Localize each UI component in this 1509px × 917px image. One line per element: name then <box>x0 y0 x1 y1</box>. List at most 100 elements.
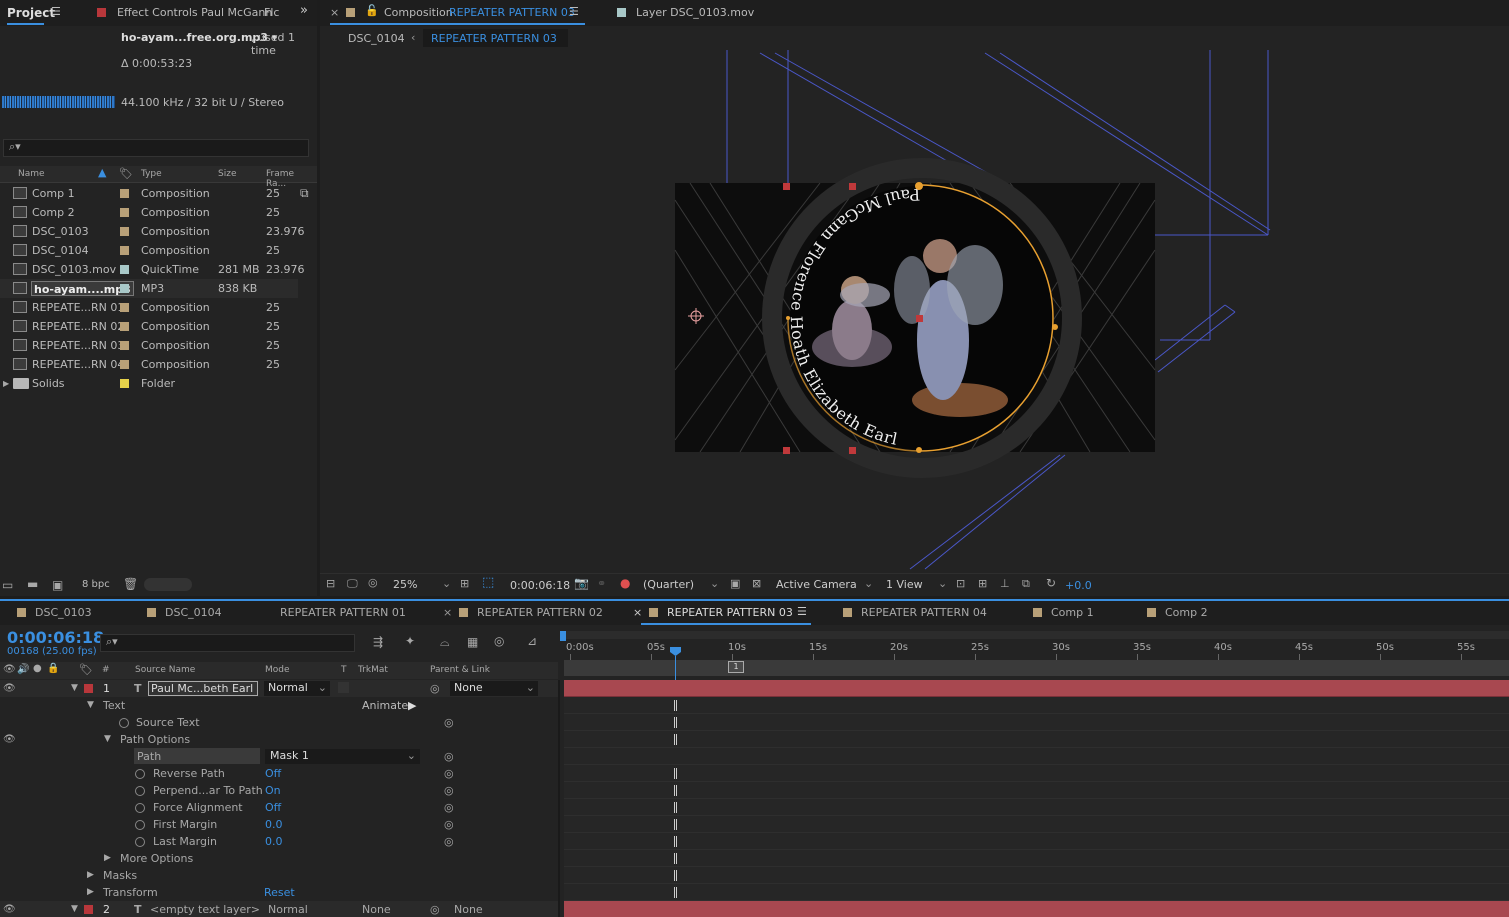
flowchart-icon[interactable]: ⧉ <box>1022 577 1030 591</box>
pixel-aspect-icon[interactable]: ⊡ <box>956 577 965 590</box>
panel-menu-icon[interactable]: ☰ <box>569 5 579 18</box>
property-row[interactable]: Reverse Path Off ◎ <box>0 765 558 782</box>
project-item-row[interactable]: DSC_0103.mov QuickTime 281 MB 23.976 <box>0 260 305 279</box>
project-item-row[interactable]: REPEATE...RN 01 Composition 25 <box>0 298 298 317</box>
project-item-row[interactable]: REPEATE...RN 02 Composition 25 <box>0 317 298 336</box>
chevron-down-icon[interactable]: ▼ <box>71 680 78 697</box>
project-item-row[interactable]: DSC_0104 Composition 25 <box>0 241 298 260</box>
label-color-swatch[interactable] <box>120 246 129 255</box>
transform-reset-link[interactable]: Reset <box>264 884 295 901</box>
fast-preview-icon[interactable]: ⊞ <box>978 577 987 590</box>
layer-duration-bar[interactable] <box>564 680 1509 697</box>
interpret-footage-icon[interactable]: ▭ <box>2 578 13 592</box>
more-tabs-icon[interactable]: » <box>300 3 308 18</box>
label-color-swatch[interactable] <box>120 341 129 350</box>
video-switch-icon[interactable]: 👁 <box>3 664 16 675</box>
grid-options-icon[interactable]: ⊞ <box>460 577 469 590</box>
path-mask-select[interactable]: Mask 1 ⌄ <box>265 749 420 764</box>
property-row[interactable]: First Margin 0.0 ◎ <box>0 816 558 833</box>
current-time-display[interactable]: 0:00:06:18 <box>7 628 104 647</box>
column-size[interactable]: Size <box>218 169 236 179</box>
label-color-swatch[interactable] <box>120 189 129 198</box>
work-area-start[interactable] <box>560 631 566 641</box>
project-search-input[interactable]: ⌕▾ <box>3 139 309 157</box>
region-of-interest-icon[interactable]: ▣ <box>730 577 740 590</box>
chevron-down-icon[interactable]: ▼ <box>104 731 111 748</box>
lock-icon[interactable]: 🔒 <box>47 663 59 674</box>
stopwatch-icon[interactable] <box>135 782 145 799</box>
expression-pick-whip-icon[interactable]: ◎ <box>444 816 454 833</box>
panel-menu-icon[interactable]: ☰ <box>51 5 61 18</box>
first-margin-value[interactable]: 0.0 <box>265 816 283 833</box>
magnification-select[interactable]: 25% ⌄ <box>390 576 454 593</box>
composition-viewer[interactable]: Paul McGann Florence Hoath Elizabeth Ear… <box>320 50 1509 570</box>
viewer-timecode[interactable]: 0:00:06:18 <box>510 579 570 592</box>
column-type[interactable]: Type <box>141 169 162 179</box>
property-row[interactable]: Force Alignment Off ◎ <box>0 799 558 816</box>
stopwatch-icon[interactable] <box>135 765 145 782</box>
project-item-row[interactable]: Comp 2 Composition 25 <box>0 203 298 222</box>
camera-snapshot-icon[interactable]: 📷 <box>574 576 589 590</box>
expression-pick-whip-icon[interactable]: ◎ <box>444 782 454 799</box>
label-color-swatch[interactable] <box>120 303 129 312</box>
camera-select[interactable]: Active Camera ⌄ <box>772 576 876 593</box>
stopwatch-icon[interactable] <box>135 833 145 850</box>
tab-project[interactable]: Project <box>7 6 55 20</box>
breadcrumb-parent[interactable]: DSC_0104 <box>348 32 405 45</box>
animate-menu-icon[interactable]: ▶ <box>408 697 416 714</box>
view-layout-select[interactable]: 1 View ⌄ <box>882 576 950 593</box>
column-source-name[interactable]: Source Name <box>135 665 195 675</box>
frame-blending-icon[interactable]: ▦ <box>467 635 478 649</box>
property-row[interactable]: Source Text ◎ <box>0 714 558 731</box>
expression-pick-whip-icon[interactable]: ◎ <box>444 765 454 782</box>
visibility-eye-icon[interactable]: 👁 <box>3 901 16 917</box>
exposure-value[interactable]: +0.0 <box>1065 579 1092 592</box>
lock-icon[interactable]: 🔓 <box>365 4 379 17</box>
stopwatch-icon[interactable] <box>119 714 129 731</box>
new-folder-icon[interactable]: ▬ <box>27 577 38 591</box>
panel-menu-icon[interactable]: ☰ <box>797 605 807 618</box>
close-icon[interactable]: × <box>633 606 642 619</box>
stopwatch-icon[interactable] <box>135 799 145 816</box>
label-color-swatch[interactable] <box>120 322 129 331</box>
color-channels-icon[interactable]: ● <box>620 576 630 590</box>
resolution-select[interactable]: (Quarter) ⌄ <box>640 576 722 593</box>
expression-pick-whip-icon[interactable]: ◎ <box>444 748 454 765</box>
preserve-transparency-toggle[interactable] <box>338 682 349 693</box>
trash-icon[interactable]: 🗑 <box>123 577 138 591</box>
layer-label-color[interactable] <box>84 905 93 914</box>
property-group-path-options[interactable]: 👁 ▼ Path Options <box>0 731 558 748</box>
project-item-row[interactable]: ▶ Solids Folder <box>0 374 298 393</box>
parent-value[interactable]: None <box>454 901 483 917</box>
stopwatch-icon[interactable] <box>135 816 145 833</box>
property-group-masks[interactable]: ▶ Masks <box>0 867 558 884</box>
label-column-icon[interactable]: 🏷 <box>79 663 93 676</box>
close-icon[interactable]: × <box>443 606 452 619</box>
chevron-down-icon[interactable]: ▼ <box>71 901 78 917</box>
close-icon[interactable]: × <box>330 6 339 19</box>
layer-row[interactable]: 👁 ▼ 1 T Paul Mc...beth Earl Normal ⌄ ◎ No… <box>0 680 558 697</box>
motion-blur-icon[interactable]: ◎ <box>494 634 504 648</box>
composition-mini-flowchart-icon[interactable]: ⇶ <box>373 635 383 649</box>
expression-pick-whip-icon[interactable]: ◎ <box>444 799 454 816</box>
toggle-mask-icon[interactable]: ⬚ <box>482 575 494 590</box>
pick-whip-icon[interactable]: ◎ <box>430 901 440 917</box>
reset-exposure-icon[interactable]: ↻ <box>1046 576 1056 590</box>
property-group-transform[interactable]: ▶ Transform Reset <box>0 884 558 901</box>
chevron-down-icon[interactable]: ▼ <box>87 697 94 714</box>
layer-row[interactable]: 👁 ▼ 2 T <empty text layer> Normal None ◎… <box>0 901 558 917</box>
label-color-swatch[interactable] <box>120 284 129 293</box>
property-row[interactable]: Last Margin 0.0 ◎ <box>0 833 558 850</box>
always-preview-icon[interactable]: ⊟ <box>326 577 335 590</box>
solo-switch-icon[interactable]: ● <box>33 663 42 674</box>
visibility-eye-icon[interactable]: 👁 <box>3 731 16 748</box>
tab-composition-name[interactable]: REPEATER PATTERN 03 <box>449 6 575 19</box>
property-group-more-options[interactable]: ▶ More Options <box>0 850 558 867</box>
layer-name[interactable]: Paul Mc...beth Earl <box>148 681 258 696</box>
expression-pick-whip-icon[interactable]: ◎ <box>444 714 454 731</box>
comp-marker[interactable]: 1 <box>728 661 744 673</box>
column-trkmat[interactable]: TrkMat <box>358 665 388 675</box>
visibility-eye-icon[interactable]: 👁 <box>3 680 16 697</box>
blend-mode-value[interactable]: Normal <box>268 901 308 917</box>
label-color-swatch[interactable] <box>120 208 129 217</box>
